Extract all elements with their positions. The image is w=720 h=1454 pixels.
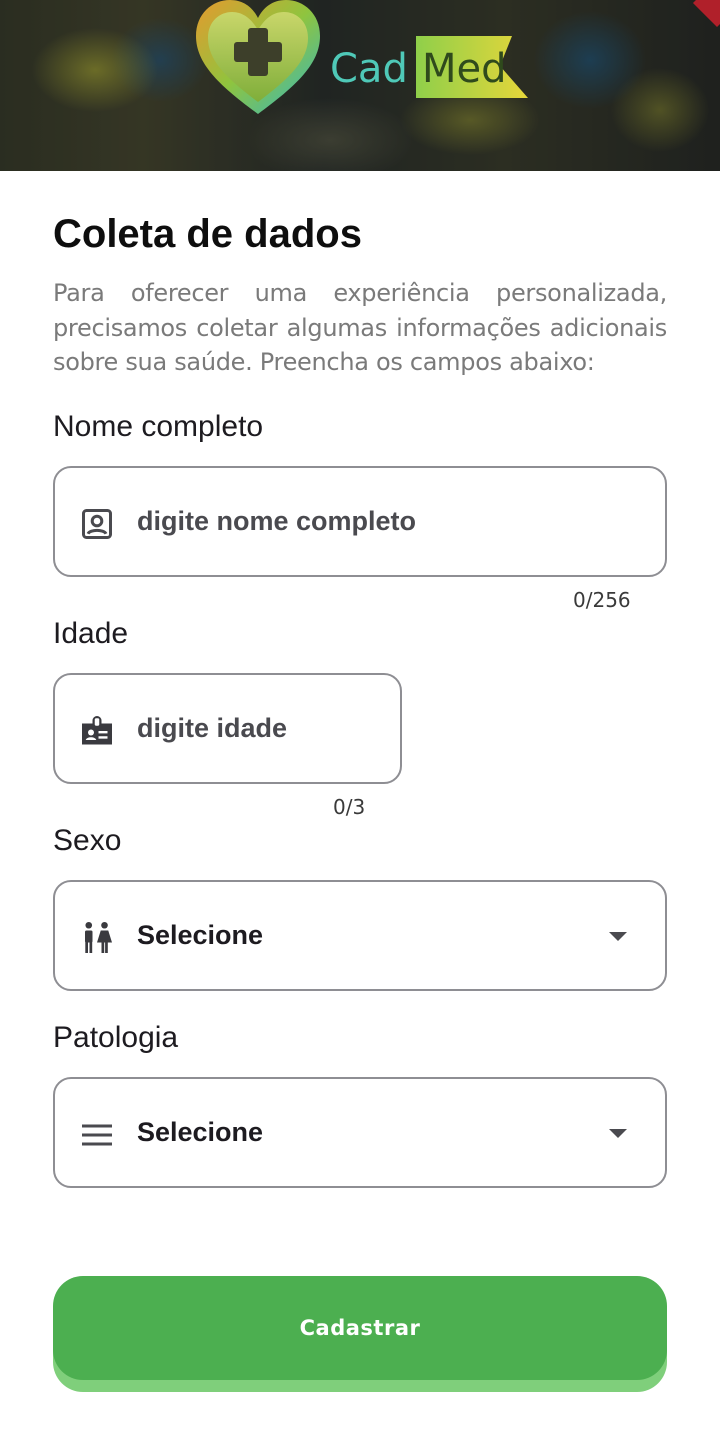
name-char-counter: 0/256 xyxy=(573,588,631,612)
badge-icon xyxy=(82,716,112,745)
chevron-down-icon xyxy=(609,932,627,941)
account-box-icon xyxy=(82,509,112,539)
age-char-counter: 0/3 xyxy=(333,795,366,819)
name-placeholder: digite nome completo xyxy=(137,506,417,536)
submit-button[interactable]: Cadastrar xyxy=(53,1276,667,1380)
heart-cross-icon xyxy=(196,0,320,114)
chevron-down-icon xyxy=(609,1129,627,1138)
age-label: Idade xyxy=(53,617,129,650)
wc-icon xyxy=(85,921,112,953)
age-placeholder: digite idade xyxy=(137,713,288,743)
header-banner: Cad Med xyxy=(0,0,720,171)
intro-text: Para oferecer uma experiência personaliz… xyxy=(53,279,667,376)
age-input[interactable]: digite idade xyxy=(53,673,402,784)
pathology-label: Patologia xyxy=(53,1021,179,1054)
sex-selected-value: Selecione xyxy=(137,920,264,950)
pathology-selected-value: Selecione xyxy=(137,1117,264,1147)
sex-label: Sexo xyxy=(53,824,122,857)
page-title: Coleta de dados xyxy=(53,212,362,256)
app-logo: Cad Med xyxy=(190,0,530,120)
name-label: Nome completo xyxy=(53,410,264,443)
pathology-dropdown[interactable]: Selecione xyxy=(53,1077,667,1188)
menu-icon xyxy=(82,1124,112,1146)
logo-med-text: Med xyxy=(422,46,507,92)
sex-dropdown[interactable]: Selecione xyxy=(53,880,667,991)
logo-cad-text: Cad xyxy=(330,46,408,92)
name-input[interactable]: digite nome completo xyxy=(53,466,667,577)
